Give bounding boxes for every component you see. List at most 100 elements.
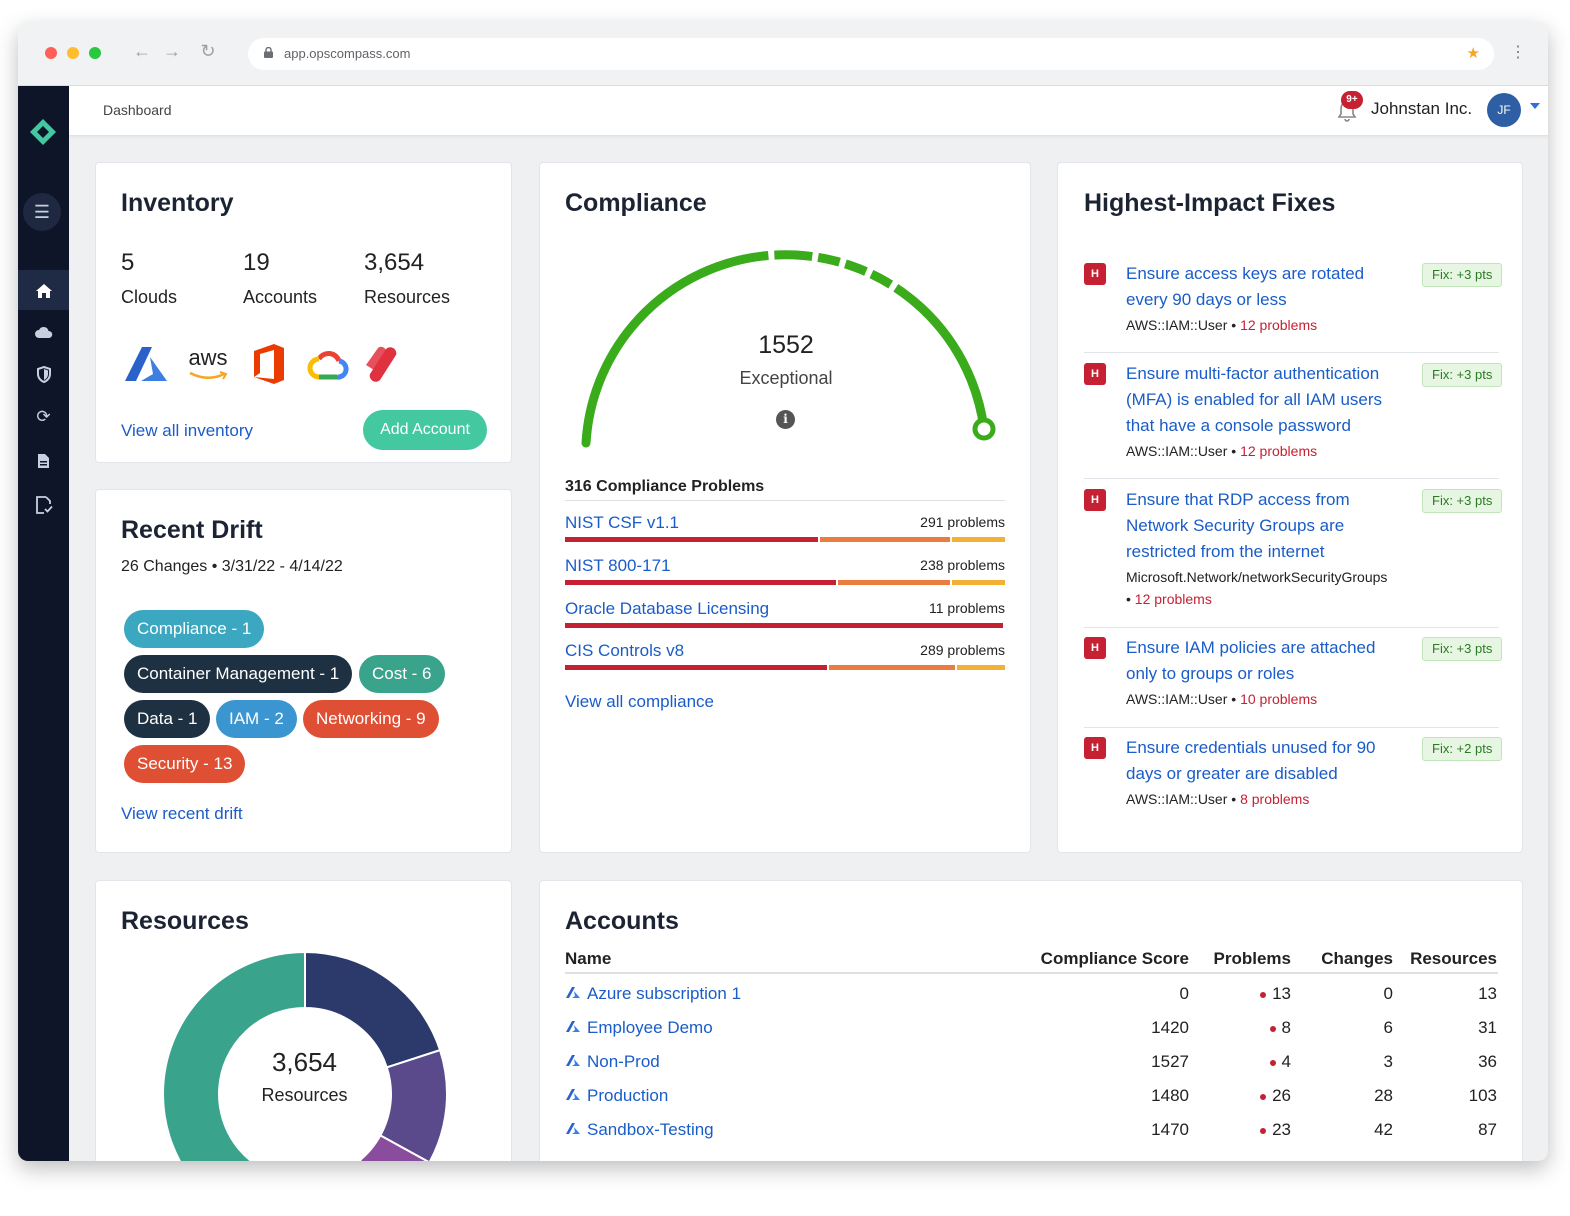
compliance-score: 1552 — [758, 331, 814, 359]
severity-segment — [565, 537, 819, 542]
browser-window: ← → ↻ app.opscompass.com ★ ⋮ ☰ ⟳ Dashboa… — [18, 22, 1548, 1161]
framework-name[interactable]: Oracle Database Licensing — [565, 599, 769, 619]
divider — [565, 972, 1498, 974]
sidebar-item-reports[interactable] — [18, 440, 69, 480]
clouds-label: Clouds — [121, 287, 178, 307]
resources-total: 3,654 — [271, 1047, 338, 1077]
divider — [1084, 478, 1499, 479]
browser-menu-icon[interactable]: ⋮ — [1510, 42, 1526, 62]
column-header-compliance-score[interactable]: Compliance Score — [1041, 949, 1189, 969]
account-changes: 42 — [1374, 1120, 1393, 1139]
account-name[interactable]: Sandbox-Testing — [587, 1120, 714, 1140]
drift-pill-data[interactable]: Data - 1 — [124, 700, 211, 738]
fix-problems: 8 problems — [1240, 791, 1310, 807]
compliance-rating: Exceptional — [739, 368, 833, 388]
account-name[interactable]: Azure subscription 1 — [587, 984, 741, 1004]
address-bar[interactable]: app.opscompass.com ★ — [248, 38, 1494, 70]
azure-icon — [566, 1021, 580, 1032]
sidebar-item-home[interactable] — [18, 270, 69, 310]
account-resources: 87 — [1478, 1120, 1497, 1139]
view-all-inventory-link[interactable]: View all inventory — [121, 421, 253, 441]
fix-title[interactable]: Ensure multi-factor authentication (MFA)… — [1126, 361, 1401, 439]
account-name[interactable]: Production — [587, 1086, 668, 1106]
browser-toolbar: ← → ↻ app.opscompass.com ★ ⋮ — [18, 22, 1548, 86]
minimize-window-button[interactable] — [67, 47, 79, 59]
resources-label: Resources — [364, 287, 451, 307]
fix-resource: Microsoft.Network/networkSecurityGroups — [1126, 569, 1388, 585]
account-problems-count: 8 — [1281, 1018, 1291, 1037]
account-problems: 13 — [1260, 984, 1291, 1004]
account-resources: 13 — [1478, 984, 1497, 1003]
view-recent-drift-link[interactable]: View recent drift — [121, 804, 243, 824]
column-header-resources[interactable]: Resources — [1410, 949, 1497, 969]
column-header-name[interactable]: Name — [565, 949, 611, 969]
resources-card: Resources 3,654 Resources — [95, 880, 512, 1161]
severity-segment — [565, 623, 1003, 628]
drift-pill-label: Security - 13 — [137, 754, 233, 773]
sidebar-item-compliance-docs[interactable] — [18, 484, 69, 524]
breadcrumb[interactable]: Dashboard — [103, 102, 172, 118]
view-all-compliance-link[interactable]: View all compliance — [565, 692, 714, 712]
app-header: Dashboard 9+ Johnstan Inc. JF — [69, 86, 1548, 136]
severity-segment — [820, 537, 951, 542]
divider — [1084, 627, 1499, 628]
drift-pill-security[interactable]: Security - 13 — [124, 745, 246, 783]
sidebar-item-clouds[interactable] — [18, 312, 69, 352]
account-compliance-score: 1420 — [1151, 1018, 1189, 1037]
inventory-card: Inventory 5 Clouds 19 Accounts 3,654 Res… — [95, 162, 512, 463]
drift-pill-compliance[interactable]: Compliance - 1 — [124, 610, 265, 648]
account-name[interactable]: Employee Demo — [587, 1018, 713, 1038]
organization-name[interactable]: Johnstan Inc. — [1371, 99, 1472, 119]
framework-name[interactable]: CIS Controls v8 — [565, 641, 684, 661]
drift-pill-label: Compliance - 1 — [137, 619, 252, 638]
drift-pill-container-management[interactable]: Container Management - 1 — [124, 655, 353, 693]
opscompass-logo[interactable] — [29, 118, 57, 146]
back-arrow-icon[interactable]: ← — [132, 41, 152, 62]
document-check-icon — [35, 495, 53, 514]
fix-title[interactable]: Ensure IAM policies are attached only to… — [1126, 635, 1401, 687]
lock-icon — [264, 47, 273, 58]
divider — [565, 500, 1005, 501]
compliance-title: Compliance — [565, 189, 707, 217]
account-problems-count: 26 — [1272, 1086, 1291, 1105]
fix-title[interactable]: Ensure credentials unused for 90 days or… — [1126, 735, 1401, 787]
fix-problems: 12 problems — [1240, 443, 1318, 459]
accounts-card: Accounts Name Compliance Score Problems … — [539, 880, 1523, 1161]
info-icon[interactable]: i — [776, 410, 795, 429]
resources-total-label: Resources — [261, 1085, 348, 1105]
close-window-button[interactable] — [45, 47, 57, 59]
filter-icon[interactable]: ☰ — [23, 193, 61, 231]
sidebar-item-drift[interactable]: ⟳ — [18, 397, 69, 437]
chevron-down-icon[interactable] — [1530, 103, 1540, 109]
framework-name[interactable]: NIST 800-171 — [565, 556, 671, 576]
accounts-label: Accounts — [243, 287, 318, 307]
severity-high-badge: H — [1084, 263, 1106, 285]
drift-pill-cost[interactable]: Cost - 6 — [359, 655, 445, 693]
column-header-changes[interactable]: Changes — [1321, 949, 1393, 969]
add-account-button[interactable]: Add Account — [363, 410, 487, 450]
avatar[interactable]: JF — [1487, 93, 1521, 127]
account-compliance-score: 0 — [1179, 984, 1189, 1003]
framework-name[interactable]: NIST CSF v1.1 — [565, 513, 679, 533]
drift-pill-networking[interactable]: Networking - 9 — [303, 700, 439, 738]
maximize-window-button[interactable] — [89, 47, 101, 59]
account-problems: 8 — [1269, 1018, 1291, 1038]
fix-title[interactable]: Ensure that RDP access from Network Secu… — [1126, 487, 1401, 565]
fix-title[interactable]: Ensure access keys are rotated every 90 … — [1126, 261, 1401, 313]
highest-impact-fixes-card: Highest-Impact Fixes H Ensure access key… — [1057, 162, 1523, 853]
drift-pill-iam[interactable]: IAM - 2 — [216, 700, 297, 738]
problem-dot-icon — [1260, 991, 1267, 998]
drift-pill-label: Container Management - 1 — [137, 664, 340, 683]
bookmark-star-icon[interactable]: ★ — [1467, 44, 1480, 62]
severity-segment — [956, 665, 1005, 670]
column-header-problems[interactable]: Problems — [1214, 949, 1291, 969]
fix-meta: Microsoft.Network/networkSecurityGroups •… — [1126, 569, 1388, 607]
account-changes: 3 — [1383, 1052, 1393, 1071]
forward-arrow-icon[interactable]: → — [162, 41, 182, 62]
account-name[interactable]: Non-Prod — [587, 1052, 660, 1072]
severity-high-badge: H — [1084, 363, 1106, 385]
sidebar: ☰ ⟳ — [18, 86, 69, 1161]
reload-icon[interactable]: ↻ — [198, 41, 218, 62]
fix-resource: AWS::IAM::User — [1126, 443, 1228, 459]
sidebar-item-security[interactable] — [18, 354, 69, 394]
